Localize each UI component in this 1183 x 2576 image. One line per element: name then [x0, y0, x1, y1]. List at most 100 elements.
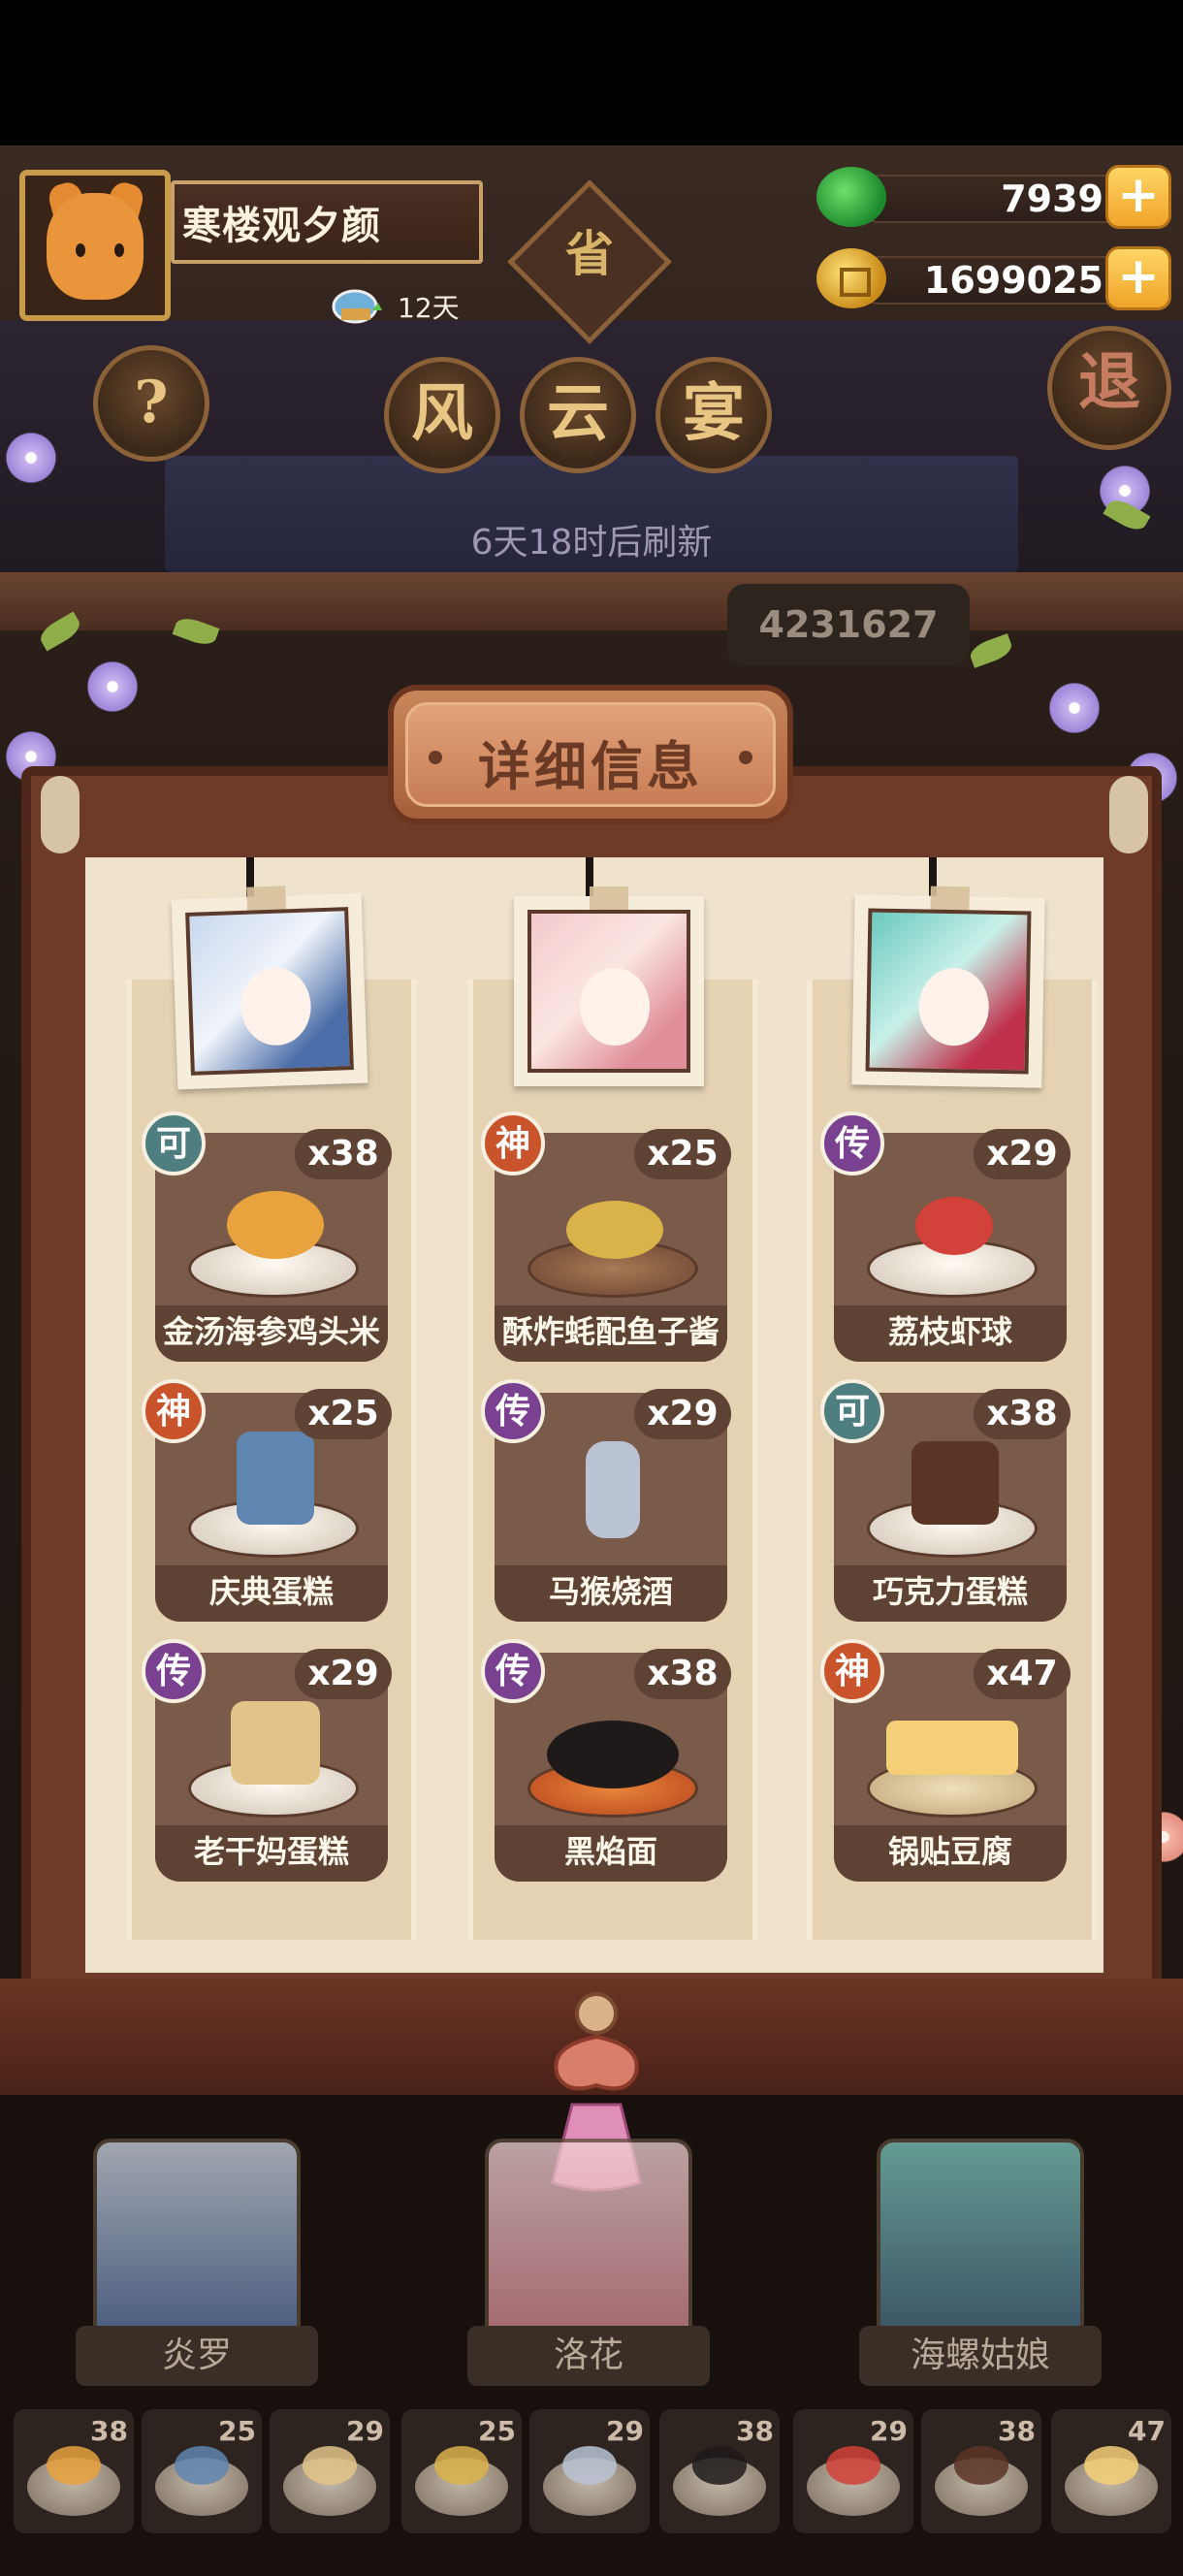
mini-dish [954, 2446, 1008, 2485]
chef-portrait-luohua[interactable] [514, 886, 704, 1086]
player-name-box: 寒楼观夕颜 [171, 180, 483, 264]
add-jade-button[interactable]: + [1105, 165, 1171, 229]
slot-count: 38 [736, 2415, 774, 2447]
coin-value: 1699025 [923, 259, 1103, 302]
grade-badge: 传 [820, 1111, 884, 1175]
dish-image [188, 1691, 359, 1818]
grade-badge: 可 [142, 1111, 206, 1175]
dish-food [237, 1432, 314, 1525]
dish-food [547, 1721, 679, 1788]
slot-count: 38 [998, 2415, 1036, 2447]
cat-face [47, 193, 144, 300]
coin-icon [816, 248, 886, 308]
title-char-yan: 宴 [655, 357, 772, 473]
player-name: 寒楼观夕颜 [182, 204, 381, 248]
coin-currency: 1699025 + [816, 246, 1171, 310]
dish-slot[interactable]: 38 [659, 2409, 780, 2533]
dish-image [528, 1432, 698, 1558]
dish-image [867, 1432, 1038, 1558]
grade-badge: 传 [481, 1379, 545, 1443]
grade-badge: 神 [481, 1111, 545, 1175]
dish-slot[interactable]: 25 [142, 2409, 262, 2533]
detail-header-plate: 详细信息 [388, 685, 793, 824]
dish-image [188, 1432, 359, 1558]
top-black-bar [0, 0, 1183, 145]
dish-slot[interactable]: 29 [529, 2409, 650, 2533]
scroll-roller [1109, 776, 1148, 853]
avatar-eye [76, 243, 85, 257]
dish-count: x29 [634, 1389, 731, 1439]
score-display: 4231627 [727, 584, 970, 665]
add-coin-button[interactable]: + [1105, 246, 1171, 310]
mini-dish [47, 2446, 101, 2485]
dish-count: x29 [974, 1129, 1071, 1179]
mini-dish [434, 2446, 489, 2485]
dish-food [911, 1441, 999, 1525]
dish-count: x25 [634, 1129, 731, 1179]
exit-button[interactable]: 退 [1047, 326, 1171, 450]
dish-name: 黑焰面 [563, 1833, 657, 1870]
chef-portrait-hailuo[interactable] [851, 886, 1045, 1088]
dish-name: 金汤海参鸡头米 [162, 1313, 380, 1350]
dish-slot[interactable]: 38 [14, 2409, 134, 2533]
chef-card-luohua[interactable] [485, 2139, 692, 2333]
dish-name: 马猴烧酒 [548, 1573, 673, 1610]
jade-icon [816, 167, 886, 227]
grade-badge: 可 [820, 1379, 884, 1443]
chef-name: 海螺姑娘 [859, 2326, 1102, 2386]
title-char-feng: 风 [384, 357, 500, 473]
mini-dish [562, 2446, 617, 2485]
dish-image [867, 1691, 1038, 1818]
dish-food [915, 1197, 993, 1255]
dish-food [586, 1441, 640, 1538]
mini-dish [692, 2446, 747, 2485]
slot-count: 38 [90, 2415, 128, 2447]
scroll-roller [41, 776, 80, 853]
dish-name: 荔枝虾球 [887, 1313, 1012, 1350]
dish-count: x38 [295, 1129, 392, 1179]
dish-name: 巧克力蛋糕 [872, 1573, 1028, 1610]
tape [930, 886, 970, 911]
province-button[interactable]: 省 [531, 215, 648, 285]
slot-count: 29 [870, 2415, 908, 2447]
dish-food [231, 1701, 320, 1785]
slot-count: 29 [346, 2415, 384, 2447]
dish-food [886, 1721, 1018, 1775]
jade-value: 7939 [1001, 177, 1103, 220]
chef-card-yanluo[interactable] [93, 2139, 301, 2333]
tape [246, 886, 287, 911]
chef-face [240, 966, 312, 1047]
dish-image [188, 1172, 359, 1298]
jade-currency: 7939 + [816, 165, 1171, 229]
dish-count: x38 [634, 1649, 731, 1699]
dish-image [528, 1691, 698, 1818]
dish-slot[interactable]: 38 [921, 2409, 1041, 2533]
slot-count: 25 [218, 2415, 256, 2447]
dish-name: 庆典蛋糕 [208, 1573, 334, 1610]
dish-slot[interactable]: 25 [401, 2409, 522, 2533]
chef-face [580, 968, 650, 1046]
dish-count: x25 [295, 1389, 392, 1439]
player-avatar[interactable] [19, 170, 171, 321]
mini-dish [175, 2446, 229, 2485]
dish-name: 锅贴豆腐 [887, 1833, 1012, 1870]
flower-decoration [0, 427, 62, 489]
dish-count: x47 [974, 1649, 1071, 1699]
grade-badge: 传 [142, 1639, 206, 1703]
flower-decoration [1043, 677, 1105, 739]
dish-slot[interactable]: 29 [793, 2409, 913, 2533]
dish-slot[interactable]: 29 [270, 2409, 390, 2533]
dish-name: 酥炸蚝配鱼子酱 [501, 1313, 719, 1350]
refresh-timer: 6天18时后刷新 [470, 523, 713, 563]
panel-title: 详细信息 [478, 736, 703, 797]
dish-slot[interactable]: 47 [1051, 2409, 1171, 2533]
mini-dish [303, 2446, 357, 2485]
grade-badge: 神 [820, 1639, 884, 1703]
help-button[interactable]: ? [93, 345, 209, 462]
grade-badge: 神 [142, 1379, 206, 1443]
dish-name: 老干妈蛋糕 [193, 1833, 349, 1870]
chef-card-hailuo[interactable] [877, 2139, 1084, 2333]
chef-portrait-yanluo[interactable] [171, 886, 368, 1090]
dish-food [566, 1201, 663, 1259]
mini-dish [1084, 2446, 1138, 2485]
